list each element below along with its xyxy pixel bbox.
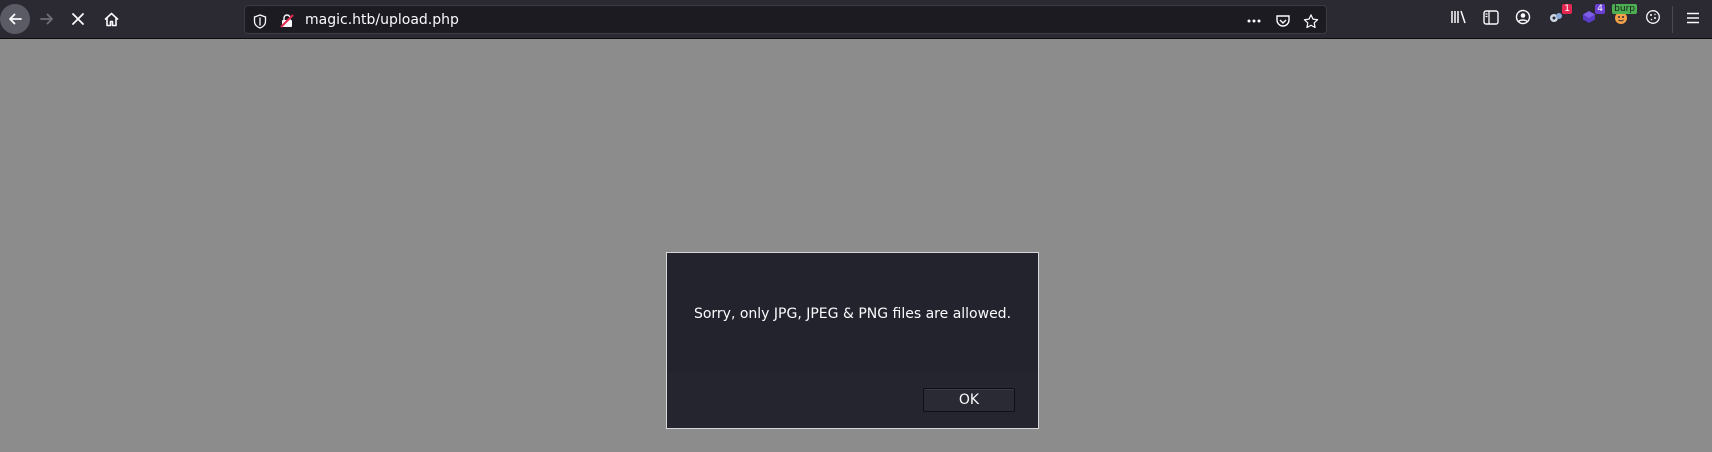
extension-1-badge: 1 bbox=[1562, 4, 1572, 14]
app-menu-button[interactable] bbox=[1683, 9, 1703, 29]
burp-extension-button[interactable]: burp bbox=[1611, 4, 1637, 29]
back-button[interactable] bbox=[0, 4, 30, 34]
home-icon bbox=[103, 11, 120, 28]
stop-loading-icon bbox=[70, 11, 86, 27]
back-arrow-icon bbox=[6, 10, 24, 28]
tracking-protection-shield-icon[interactable] bbox=[252, 13, 268, 29]
cookie-icon bbox=[1645, 9, 1661, 29]
burp-badge: burp bbox=[1612, 4, 1637, 14]
ok-button[interactable]: OK bbox=[923, 388, 1015, 412]
alert-dialog: Sorry, only JPG, JPEG & PNG files are al… bbox=[666, 252, 1039, 429]
dialog-message: Sorry, only JPG, JPEG & PNG files are al… bbox=[693, 306, 1012, 322]
insecure-lock-icon[interactable] bbox=[279, 13, 295, 29]
sidebar-icon bbox=[1483, 9, 1499, 29]
bookmark-star-icon[interactable] bbox=[1303, 13, 1319, 29]
extension-button-2[interactable]: 4 bbox=[1579, 4, 1605, 29]
cookie-extension-button[interactable] bbox=[1643, 9, 1663, 29]
pocket-icon[interactable] bbox=[1275, 13, 1291, 29]
extension-2-badge: 4 bbox=[1595, 4, 1605, 14]
sidebar-button[interactable] bbox=[1481, 9, 1501, 29]
library-icon bbox=[1450, 9, 1468, 29]
browser-toolbar: magic.htb/upload.php 1 4 burp bbox=[0, 0, 1712, 39]
stop-loading-button[interactable] bbox=[63, 4, 93, 34]
hamburger-menu-icon bbox=[1685, 10, 1701, 29]
extension-button-1[interactable]: 1 bbox=[1546, 4, 1572, 29]
account-button[interactable] bbox=[1513, 9, 1533, 29]
url-bar[interactable]: magic.htb/upload.php bbox=[244, 5, 1327, 34]
home-button[interactable] bbox=[96, 4, 126, 34]
library-button[interactable] bbox=[1449, 9, 1469, 29]
toolbar-separator bbox=[1672, 6, 1673, 33]
forward-button[interactable] bbox=[32, 4, 62, 34]
account-icon bbox=[1515, 9, 1531, 29]
url-text[interactable]: magic.htb/upload.php bbox=[305, 12, 459, 28]
forward-arrow-icon bbox=[38, 10, 56, 28]
page-actions-menu-icon[interactable] bbox=[1246, 13, 1262, 29]
